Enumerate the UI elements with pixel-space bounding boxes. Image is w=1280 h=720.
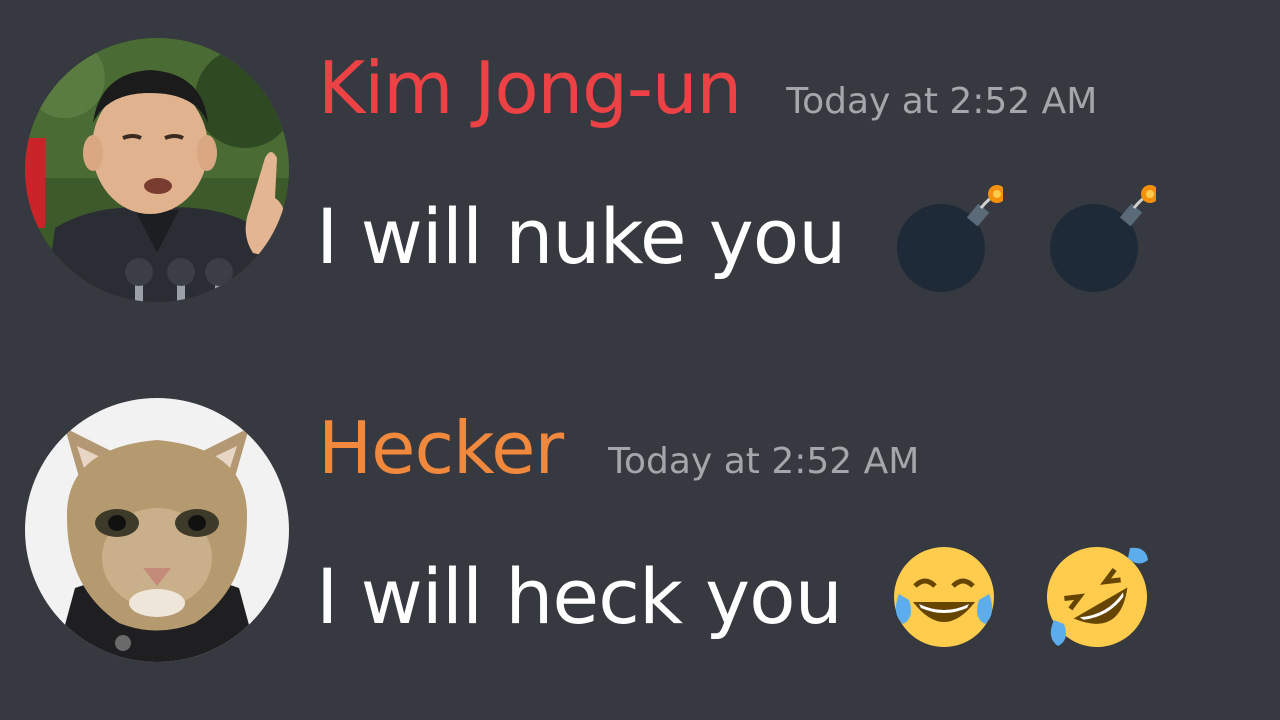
- message-content: I will nuke you: [316, 172, 1156, 292]
- person-avatar-image: [25, 38, 289, 302]
- message-content: I will heck you: [316, 532, 1152, 652]
- bomb-icon: [1046, 182, 1156, 292]
- timestamp: Today at 2:52 AM: [608, 441, 920, 482]
- timestamp: Today at 2:52 AM: [786, 81, 1098, 122]
- message-text: I will heck you: [316, 552, 843, 641]
- message-text: I will nuke you: [316, 192, 846, 281]
- chat-window: Kim Jong-un Today at 2:52 AM I will nuke…: [0, 0, 1280, 720]
- message: Kim Jong-un Today at 2:52 AM I will nuke…: [0, 0, 1280, 302]
- message: Hecker Today at 2:52 AM I will heck you: [0, 360, 1280, 662]
- face-with-tears-of-joy-icon: [889, 542, 999, 652]
- bomb-icon: [893, 182, 1003, 292]
- username[interactable]: Hecker: [318, 406, 564, 490]
- username[interactable]: Kim Jong-un: [318, 46, 742, 130]
- cat-avatar-image: [25, 398, 289, 662]
- avatar[interactable]: [25, 38, 289, 302]
- rolling-on-floor-laughing-icon: [1042, 542, 1152, 652]
- message-header: Hecker Today at 2:52 AM: [318, 398, 919, 498]
- message-header: Kim Jong-un Today at 2:52 AM: [318, 38, 1097, 138]
- avatar[interactable]: [25, 398, 289, 662]
